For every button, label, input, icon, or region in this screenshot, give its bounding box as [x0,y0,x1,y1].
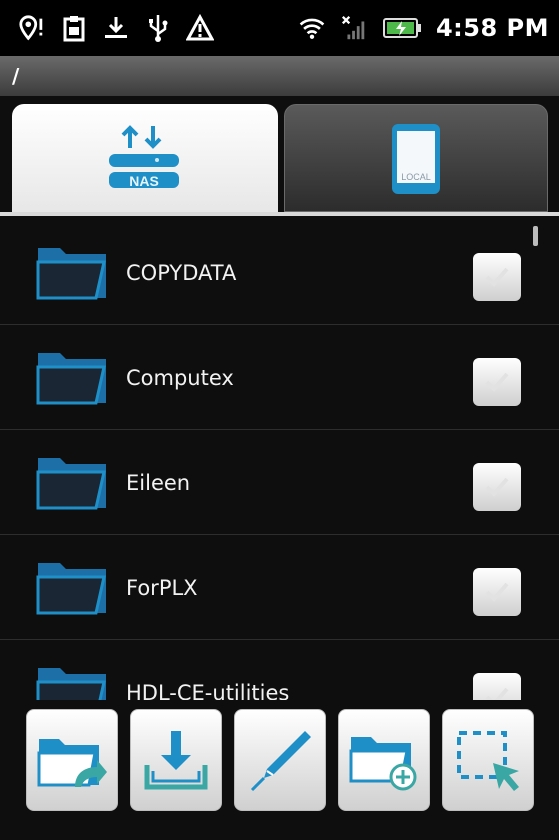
rename-button[interactable] [234,709,326,811]
nas-icon: NAS [109,125,179,189]
select-button[interactable] [442,709,534,811]
download-tray-icon [144,731,208,790]
usb-icon [144,13,172,43]
folder-icon [36,563,106,615]
checkmark-icon [485,267,509,287]
scrollbar-thumb[interactable] [533,226,538,246]
phone-icon: LOCAL [392,124,440,194]
wifi-icon [298,13,326,43]
select-checkbox[interactable] [473,463,521,511]
tab-nas[interactable]: NAS [12,104,278,212]
status-left [18,13,214,43]
location-tabs: NAS LOCAL [0,96,559,216]
checkmark-icon [485,477,509,497]
select-checkbox[interactable] [473,253,521,301]
list-item[interactable]: Eileen [0,430,559,535]
status-bar: 4:58 PM [0,0,559,56]
pen-icon [250,731,311,792]
battery-charging-icon [382,13,422,43]
download-button[interactable] [130,709,222,811]
move-folder-icon [37,739,107,787]
select-checkbox[interactable] [473,673,521,700]
folder-icon [36,353,106,405]
checkmark-icon [485,687,509,700]
bottom-toolbar [0,700,559,840]
download-icon [102,13,130,43]
tab-underline [0,212,559,216]
location-alert-icon [18,13,46,43]
select-checkbox[interactable] [473,568,521,616]
select-checkbox[interactable] [473,358,521,406]
current-path: / [0,56,559,96]
list-item[interactable]: COPYDATA [0,220,559,325]
no-signal-icon [340,13,368,43]
checkmark-icon [485,582,509,602]
folder-list[interactable]: COPYDATA Computex Eileen ForPLX HDL-CE-u… [0,220,559,700]
warning-icon [186,13,214,43]
list-item[interactable]: ForPLX [0,535,559,640]
folder-name: ForPLX [126,575,198,600]
tab-nas-label: NAS [129,173,159,189]
folder-name: COPYDATA [126,260,237,285]
select-area-icon [457,731,519,791]
folder-name: HDL-CE-utilities [126,680,290,701]
clipboard-icon [60,13,88,43]
folder-icon [36,248,106,300]
checkmark-icon [485,372,509,392]
status-right: 4:58 PM [298,13,549,43]
add-folder-icon [349,737,417,791]
list-item[interactable]: Computex [0,325,559,430]
folder-icon [36,458,106,510]
new-folder-button[interactable] [338,709,430,811]
move-button[interactable] [26,709,118,811]
folder-icon [36,668,106,700]
list-item[interactable]: HDL-CE-utilities [0,640,559,700]
folder-name: Computex [126,365,234,390]
status-time: 4:58 PM [435,14,549,42]
tab-local-label: LOCAL [401,172,431,182]
folder-name: Eileen [126,470,191,495]
tab-local[interactable]: LOCAL [284,104,548,212]
